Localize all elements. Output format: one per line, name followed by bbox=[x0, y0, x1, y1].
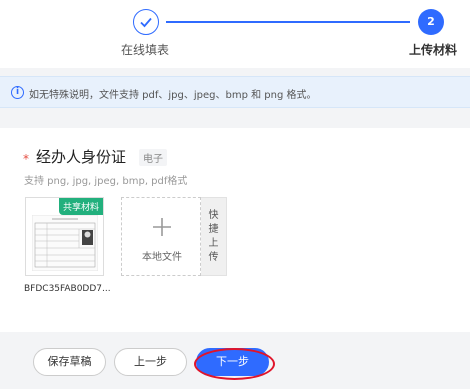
step-2-number: 2 bbox=[418, 9, 444, 35]
step-done-check-icon bbox=[133, 9, 159, 35]
local-file-label: 本地文件 bbox=[142, 252, 182, 263]
notice-bar: i 如无特殊说明，文件支持 pdf、jpg、jpeg、bmp 和 png 格式。 bbox=[0, 76, 470, 108]
info-icon: i bbox=[11, 86, 24, 99]
step-2-label: 上传材料 bbox=[409, 43, 458, 57]
step-progress: 2 在线填表 上传材料 bbox=[0, 0, 470, 68]
shared-material-badge: 共享材料 bbox=[58, 198, 103, 215]
local-file-upload-button[interactable]: 本地文件 bbox=[121, 197, 201, 276]
uploaded-file-thumbnail[interactable]: 共享材料 bbox=[25, 197, 104, 276]
material-title: 经办人身份证 bbox=[36, 148, 127, 166]
quick-upload-char: 上 bbox=[208, 238, 219, 249]
document-preview-image bbox=[32, 215, 98, 271]
plus-icon bbox=[153, 218, 171, 236]
quick-upload-char: 快 bbox=[208, 210, 219, 221]
required-asterisk: * bbox=[23, 152, 29, 166]
quick-upload-char: 捷 bbox=[208, 224, 219, 235]
upload-card: * 经办人身份证 电子 支持 png, jpg, jpeg, bmp, pdf格… bbox=[0, 128, 470, 332]
step-1-label: 在线填表 bbox=[121, 43, 170, 57]
notice-text: 如无特殊说明，文件支持 pdf、jpg、jpeg、bmp 和 png 格式。 bbox=[29, 90, 317, 101]
save-draft-button[interactable]: 保存草稿 bbox=[33, 348, 106, 376]
step-connector bbox=[166, 21, 410, 23]
quick-upload-button[interactable]: 快 捷 上 传 bbox=[201, 197, 227, 276]
previous-step-button[interactable]: 上一步 bbox=[114, 348, 187, 376]
format-hint: 支持 png, jpg, jpeg, bmp, pdf格式 bbox=[24, 176, 188, 187]
uploaded-file-name: BFDC35FAB0DD7... bbox=[24, 284, 111, 294]
electronic-tag: 电子 bbox=[139, 149, 167, 166]
quick-upload-char: 传 bbox=[208, 252, 219, 263]
next-step-button[interactable]: 下一步 bbox=[194, 348, 275, 380]
